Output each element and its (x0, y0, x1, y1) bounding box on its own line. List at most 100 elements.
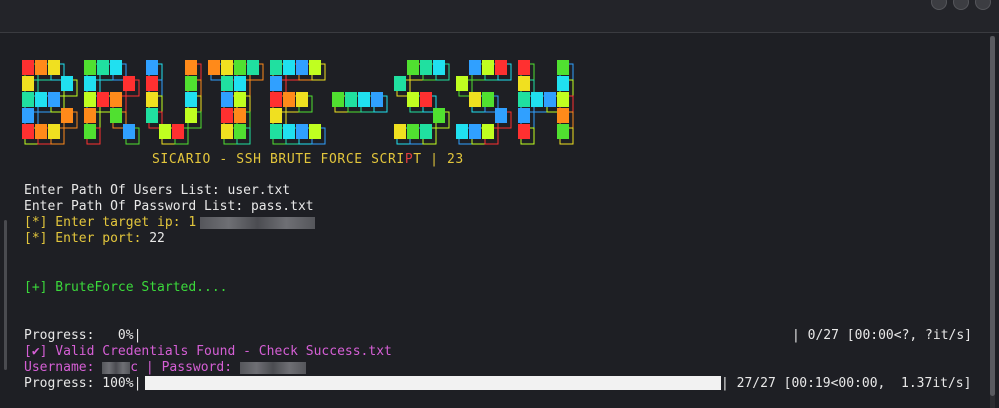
logo-block (420, 60, 432, 75)
port-prompt-label: [*] Enter port: (24, 231, 150, 246)
subtitle-part-1: SICARIO - SSH BRUTE FORCE SCRI (152, 152, 405, 167)
logo-block (61, 76, 73, 91)
logo-block (518, 108, 530, 123)
target-ip-prompt-line: [*] Enter target ip: 1 (24, 215, 316, 231)
logo-block (221, 76, 233, 91)
logo-block (35, 124, 47, 139)
logo-block (234, 108, 246, 123)
left-scroll-indicator (4, 220, 7, 370)
password-label: | Password: (138, 360, 240, 375)
logo-block (332, 92, 344, 107)
logo-block (221, 92, 233, 107)
logo-block (456, 76, 468, 91)
logo-block (557, 76, 569, 91)
banner-subtitle: SICARIO - SSH BRUTE FORCE SCRIPT | 23 (152, 152, 464, 167)
logo-block (482, 60, 494, 75)
logo-block (557, 92, 569, 107)
logo-block (270, 124, 282, 139)
logo-block (557, 60, 569, 75)
logo-block (296, 92, 308, 107)
users-prompt-value: user.txt (227, 183, 291, 198)
bruteforce-started: [+] BruteForce Started.... (24, 280, 228, 295)
logo-block (283, 60, 295, 75)
logo-block (456, 124, 468, 139)
logo-block (469, 60, 481, 75)
logo-block (407, 124, 419, 139)
logo-block (234, 60, 246, 75)
logo-block (22, 76, 34, 91)
logo-block (208, 60, 220, 75)
logo-block (35, 92, 47, 107)
logo-block (146, 108, 158, 123)
logo-block (97, 92, 109, 107)
progress-stats-complete: | 27/27 [00:19<00:00, 1.37it/s] (721, 376, 972, 391)
port-prompt-value: 22 (149, 231, 165, 246)
logo-block (247, 60, 259, 75)
logo-block (172, 124, 184, 139)
logo-block (557, 108, 569, 123)
passwords-prompt-line: Enter Path Of Password List: pass.txt (24, 199, 314, 215)
minimize-button[interactable] (931, 0, 947, 10)
logo-block (97, 60, 109, 75)
logo-block (146, 60, 158, 75)
logo-block (407, 60, 419, 75)
credentials-line: Username: c | Password: (24, 360, 306, 376)
subtitle-part-3: T | 23 (413, 152, 464, 167)
logo-block (420, 92, 432, 107)
users-prompt-line: Enter Path Of Users List: user.txt (24, 183, 290, 199)
progress-bar-complete (145, 376, 721, 390)
window-controls (931, 0, 991, 10)
logo-block (531, 92, 543, 107)
logo-block (394, 124, 406, 139)
logo-block (518, 92, 530, 107)
logo-block (345, 92, 357, 107)
brute-ssh-logo (22, 60, 574, 145)
window-titlebar (0, 0, 999, 32)
logo-block (482, 92, 494, 107)
logo-block (309, 60, 321, 75)
logo-block (146, 92, 158, 107)
logo-block (420, 124, 432, 139)
logo-block (371, 92, 383, 107)
logo-block (185, 92, 197, 107)
logo-block (270, 92, 282, 107)
progress-line-complete: Progress: 100%| (24, 376, 142, 391)
logo-block (84, 108, 96, 123)
logo-block (358, 92, 370, 107)
logo-block (159, 124, 171, 139)
username-tail: c (130, 360, 139, 375)
logo-block (495, 60, 507, 75)
close-button[interactable] (975, 0, 991, 10)
logo-block (270, 108, 282, 123)
progress-stats-initial: | 0/27 [00:00<?, ?it/s] (792, 328, 973, 343)
port-prompt-line: [*] Enter port: 22 (24, 231, 165, 247)
logo-block (283, 92, 295, 107)
logo-block (84, 92, 96, 107)
maximize-button[interactable] (953, 0, 969, 10)
logo-block (123, 124, 135, 139)
logo-block (234, 124, 246, 139)
progress-line-initial: Progress: 0%| (24, 328, 142, 343)
logo-block (123, 76, 135, 91)
logo-block (61, 108, 73, 123)
logo-block (544, 92, 556, 107)
logo-block (495, 108, 507, 123)
logo-block (221, 60, 233, 75)
logo-block (22, 60, 34, 75)
logo-block (469, 92, 481, 107)
logo-block (518, 60, 530, 75)
target-ip-label: [*] Enter target ip: 1 (24, 215, 197, 230)
logo-block (557, 124, 569, 139)
logo-block (22, 92, 34, 107)
scrollbar-thumb[interactable] (990, 36, 995, 396)
logo-block (185, 76, 197, 91)
redacted-username (102, 361, 131, 374)
logo-block (283, 124, 295, 139)
logo-block (270, 76, 282, 91)
logo-block (234, 76, 246, 91)
redacted-password (239, 361, 306, 374)
logo-block (110, 60, 122, 75)
logo-block (433, 60, 445, 75)
passwords-prompt-label: Enter Path Of Password List: (24, 199, 251, 214)
logo-block (221, 108, 233, 123)
